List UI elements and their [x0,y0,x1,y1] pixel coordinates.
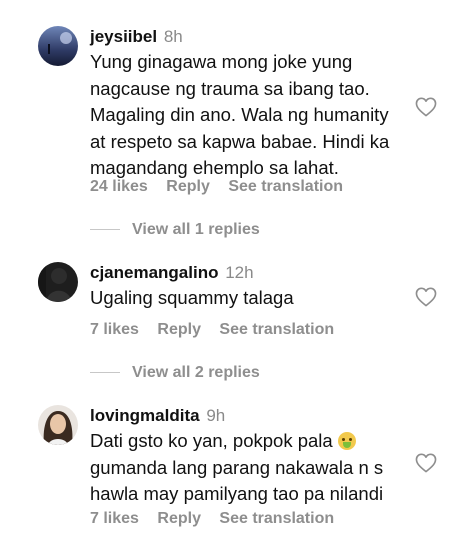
comment-header: lovingmaldita 9h [90,406,225,426]
comment-line-text: Dati gsto ko yan, pokpok pala [90,430,333,451]
comment-line: gumanda lang parang nakawala n s [90,456,384,478]
comment-line: at respeto sa kapwa babae. Hindi ka [90,130,390,152]
comment-line: Magaling din ano. Wala ng humanity [90,104,389,125]
comment-line: Dati gsto ko yan, pokpok pala [90,428,420,455]
see-translation-button[interactable]: See translation [219,321,334,338]
timestamp: 8h [163,27,183,46]
avatar[interactable] [38,262,78,302]
likes-count[interactable]: 7 likes [90,510,139,527]
comment-header: cjanemangalino 12h [90,263,254,283]
likes-count[interactable]: 7 likes [90,321,139,338]
comment-line: Yung ginagawa mong joke yung [90,51,353,72]
divider-line [90,229,120,231]
comment-actions: 24 likes Reply See translation [90,178,357,196]
comment-header: jeysiibel 8h [90,27,183,47]
comment-text: Dati gsto ko yan, pokpok pala gumanda la… [90,428,420,508]
comment-text: Ugaling squammy talaga [90,285,420,312]
comment-line: Ugaling squammy talaga [90,287,294,308]
like-heart-icon[interactable] [415,97,437,117]
view-replies-button[interactable]: View all 1 replies [90,221,260,241]
reply-button[interactable]: Reply [157,321,201,338]
timestamp: 12h [225,263,254,282]
view-replies-label: View all 2 replies [132,364,260,381]
reply-button[interactable]: Reply [166,178,210,195]
username[interactable]: cjanemangalino [90,263,218,282]
username[interactable]: lovingmaldita [90,406,200,425]
username[interactable]: jeysiibel [90,27,157,46]
see-translation-button[interactable]: See translation [228,178,343,195]
see-translation-button[interactable]: See translation [219,510,334,527]
view-replies-label: View all 1 replies [132,221,260,238]
view-replies-button[interactable]: View all 2 replies [90,364,260,384]
avatar[interactable] [38,405,78,445]
comment-line: nagcause ng trauma sa ibang tao. [90,77,370,99]
like-heart-icon[interactable] [415,287,437,307]
timestamp: 9h [206,406,226,425]
divider-line [90,372,120,374]
comment-text: Yung ginagawa mong joke yung nagcause ng… [90,49,420,182]
like-heart-icon[interactable] [415,453,437,473]
avatar[interactable] [38,26,78,66]
comment-line: hawla may pamilyang tao pa nilandi [90,483,384,504]
nauseated-face-emoji-icon [337,432,356,450]
reply-button[interactable]: Reply [157,510,201,527]
comment-actions: 7 likes Reply See translation [90,510,348,528]
comment-actions: 7 likes Reply See translation [90,321,348,339]
likes-count[interactable]: 24 likes [90,178,148,195]
